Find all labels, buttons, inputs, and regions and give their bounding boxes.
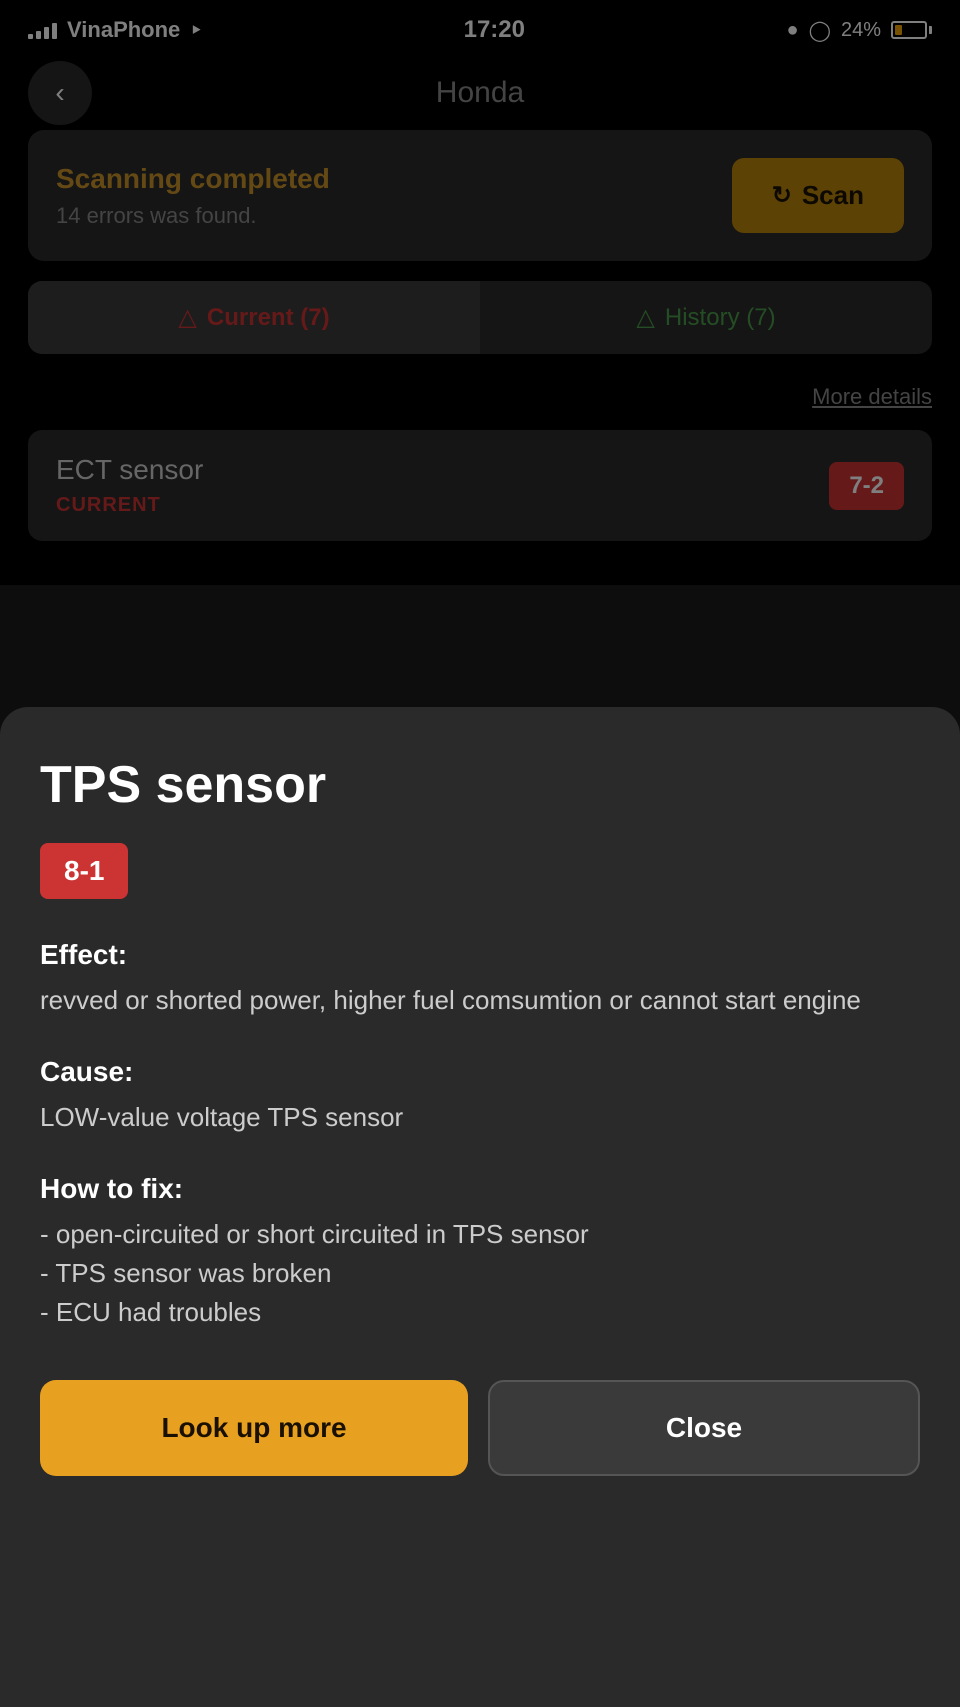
close-button[interactable]: Close (488, 1380, 920, 1476)
sheet-effect-text: revved or shorted power, higher fuel com… (40, 981, 920, 1020)
sheet-buttons: Look up more Close (40, 1380, 920, 1476)
sheet-cause-text: LOW-value voltage TPS sensor (40, 1098, 920, 1137)
sheet-effect-label: Effect: (40, 939, 920, 971)
sheet-cause-section: Cause: LOW-value voltage TPS sensor (40, 1056, 920, 1137)
lookup-button[interactable]: Look up more (40, 1380, 468, 1476)
sheet-cause-label: Cause: (40, 1056, 920, 1088)
bottom-sheet: TPS sensor 8-1 Effect: revved or shorted… (0, 707, 960, 1707)
sheet-fix-section: How to fix: - open-circuited or short ci… (40, 1173, 920, 1332)
sheet-code-badge: 8-1 (40, 843, 128, 899)
sheet-effect-section: Effect: revved or shorted power, higher … (40, 939, 920, 1020)
sheet-fix-label: How to fix: (40, 1173, 920, 1205)
sheet-sensor-title: TPS sensor (40, 755, 920, 815)
sheet-fix-text: - open-circuited or short circuited in T… (40, 1215, 920, 1332)
